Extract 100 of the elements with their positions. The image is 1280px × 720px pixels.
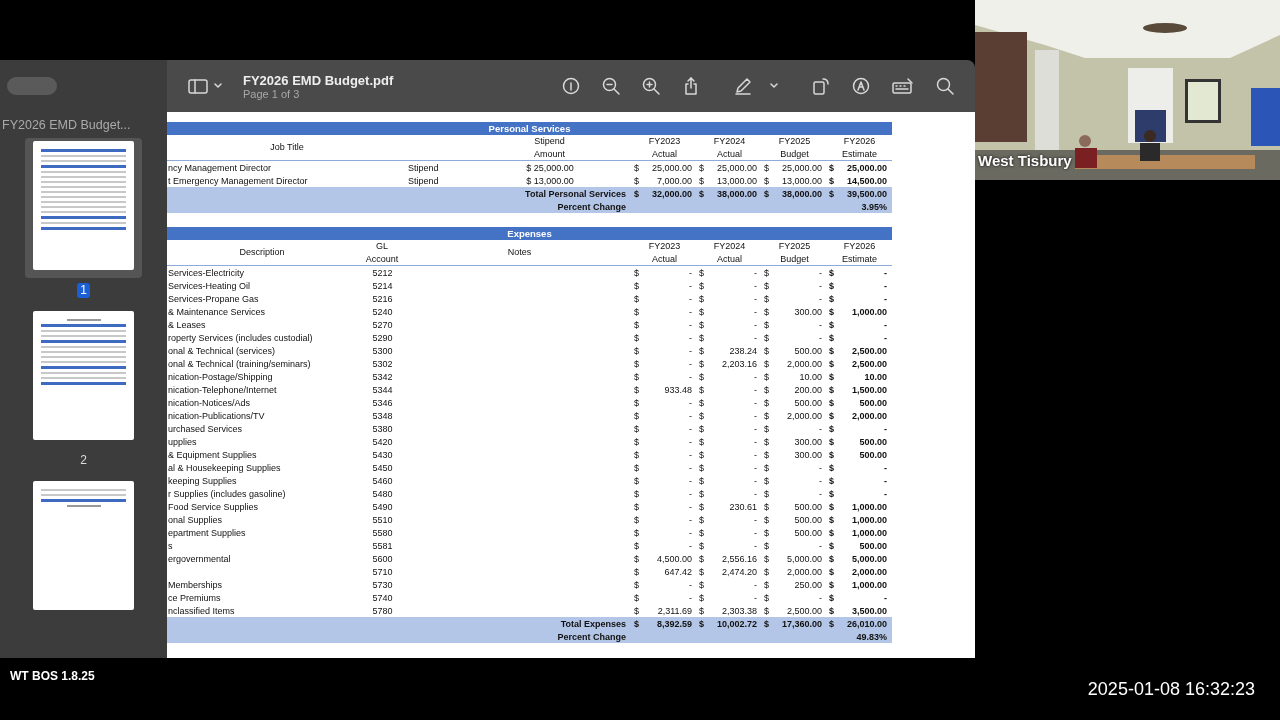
currency-sign: $ <box>764 592 769 603</box>
column-header: FY2024 <box>713 134 746 148</box>
table-cell: 2,000.00 <box>851 566 887 577</box>
table-cell: - <box>819 488 822 499</box>
keyboard-icon[interactable] <box>891 76 915 96</box>
currency-sign: $ <box>699 605 704 616</box>
table-cell-text: & Maintenance Services <box>167 306 267 317</box>
table-cell: - <box>754 449 757 460</box>
currency-sign: $ <box>764 423 769 434</box>
currency-sign: $ <box>764 293 769 304</box>
table-cell: 2,000.00 <box>851 410 887 421</box>
currency-sign: $ <box>829 605 834 616</box>
table-cell-text: 5346 <box>371 397 394 408</box>
pen-icon[interactable] <box>733 76 753 96</box>
currency-sign: $ <box>699 540 704 551</box>
table-cell-text: upplies <box>167 436 198 447</box>
table-cell: - <box>884 475 887 486</box>
currency-sign: $ <box>699 553 704 564</box>
info-icon[interactable] <box>561 76 581 96</box>
currency-sign: $ <box>764 449 769 460</box>
table-cell: 300.00 <box>794 449 822 460</box>
table-cell-text: & Equipment Supplies <box>167 449 258 460</box>
table-cell: - <box>884 332 887 343</box>
currency-sign: $ <box>634 501 639 512</box>
currency-sign: $ <box>634 436 639 447</box>
currency-sign: $ <box>699 618 704 629</box>
table-cell: 500.00 <box>794 527 822 538</box>
table-cell: - <box>689 293 692 304</box>
table-cell: 7,000.00 <box>656 175 692 186</box>
table-cell-text: 3.95% <box>860 201 888 212</box>
table-cell: - <box>754 371 757 382</box>
table-cell: 933.48 <box>664 384 692 395</box>
table-cell: - <box>819 280 822 291</box>
currency-sign: $ <box>764 501 769 512</box>
table-cell-text: 49.83% <box>855 631 888 642</box>
currency-sign: $ <box>764 579 769 590</box>
currency-sign: $ <box>829 436 834 447</box>
table-cell: - <box>689 527 692 538</box>
currency-sign: $ <box>829 162 834 173</box>
currency-sign: $ <box>634 319 639 330</box>
currency-sign: $ <box>699 566 704 577</box>
currency-sign: $ <box>829 449 834 460</box>
table-cell: 300.00 <box>794 306 822 317</box>
table-cell: - <box>754 579 757 590</box>
table-cell-text: 5581 <box>371 540 394 551</box>
zoom-in-icon[interactable] <box>641 76 661 96</box>
table-cell: - <box>884 267 887 278</box>
table-cell-text: 5344 <box>371 384 394 395</box>
table-cell: - <box>819 475 822 486</box>
table-cell: - <box>754 397 757 408</box>
currency-sign: $ <box>829 332 834 343</box>
table-cell: - <box>689 488 692 499</box>
table-cell-text: r Supplies (includes gasoline) <box>167 488 287 499</box>
currency-sign: $ <box>699 397 704 408</box>
document-title: FY2026 EMD Budget... <box>1 118 131 132</box>
currency-sign: $ <box>699 436 704 447</box>
column-header: FY2023 <box>648 239 681 253</box>
table-cell: 13,000.00 <box>781 175 822 186</box>
currency-sign: $ <box>699 188 704 199</box>
table-cell-text: ergovernmental <box>167 553 232 564</box>
table-cell: - <box>754 384 757 395</box>
table-cell: 32,000.00 <box>651 188 692 199</box>
currency-sign: $ <box>634 306 639 317</box>
search-icon[interactable] <box>935 76 955 96</box>
table-cell: - <box>689 579 692 590</box>
currency-sign: $ <box>699 423 704 434</box>
table-cell: 500.00 <box>794 514 822 525</box>
table-cell-text: epartment Supplies <box>167 527 247 538</box>
table-cell-text: 5216 <box>371 293 394 304</box>
page-thumbnail[interactable] <box>25 138 142 278</box>
column-header: FY2023 <box>648 134 681 148</box>
currency-sign: $ <box>634 527 639 538</box>
table-cell-text: ncy Management Director <box>167 162 273 173</box>
table-cell-text: & Leases <box>167 319 207 330</box>
table-cell: 25,000.00 <box>846 162 887 173</box>
column-header: FY2026 <box>843 134 876 148</box>
table-cell: - <box>689 449 692 460</box>
page-info: Page 1 of 3 <box>243 87 301 100</box>
markup-icon[interactable] <box>851 76 871 96</box>
currency-sign: $ <box>764 162 769 173</box>
table-cell-text: 5450 <box>371 462 394 473</box>
currency-sign: $ <box>634 384 639 395</box>
table-cell: 13,000.00 <box>716 175 757 186</box>
currency-sign: $ <box>829 527 834 538</box>
currency-sign: $ <box>829 345 834 356</box>
currency-sign: $ <box>699 371 704 382</box>
table-cell: - <box>689 462 692 473</box>
zoom-out-icon[interactable] <box>601 76 621 96</box>
rotate-icon[interactable] <box>811 76 831 96</box>
table-cell-text: 5490 <box>371 501 394 512</box>
currency-sign: $ <box>634 188 639 199</box>
table-cell: 500.00 <box>794 397 822 408</box>
column-subheader: Actual <box>717 252 742 266</box>
table-cell: - <box>754 423 757 434</box>
currency-sign: $ <box>634 475 639 486</box>
table-cell: - <box>754 540 757 551</box>
currency-sign: $ <box>699 579 704 590</box>
column-header: FY2025 <box>778 239 811 253</box>
currency-sign: $ <box>634 449 639 460</box>
sidebar-icon[interactable] <box>187 76 209 96</box>
